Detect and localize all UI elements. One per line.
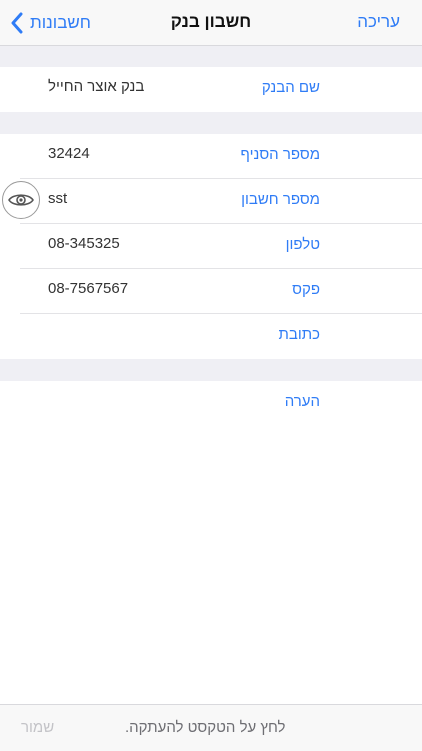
reveal-account-button[interactable] [2, 181, 40, 219]
phone-value[interactable]: 08-345325 [48, 235, 120, 252]
notes-section[interactable]: הערה [0, 381, 422, 704]
fax-value[interactable]: 08-7567567 [48, 280, 128, 297]
bank-name-label: שם הבנק [261, 79, 320, 96]
phone-label: טלפון [285, 236, 320, 253]
navigation-bar: חשבונות חשבון בנק עריכה [0, 0, 422, 46]
branch-number-label: מספר הסניף [240, 146, 320, 163]
save-button[interactable]: שמור [21, 719, 54, 736]
eye-icon [8, 194, 34, 206]
branch-number-row[interactable]: מספר הסניף 32424 [0, 134, 422, 179]
branch-number-value[interactable]: 32424 [48, 145, 90, 162]
bank-name-value[interactable]: בנק אוצר החייל [48, 78, 144, 95]
address-label: כתובת [278, 326, 320, 343]
bank-name-row[interactable]: שם הבנק בנק אוצר החייל [0, 67, 422, 112]
phone-row[interactable]: טלפון 08-345325 [0, 224, 422, 269]
address-row[interactable]: כתובת [0, 314, 422, 359]
bottom-toolbar: שמור לחץ על הטקסט להעתקה. [0, 704, 422, 751]
fax-label: פקס [292, 281, 320, 298]
account-number-label: מספר חשבון [241, 191, 320, 208]
notes-label: הערה [284, 393, 320, 410]
edit-button[interactable]: עריכה [357, 12, 400, 32]
bank-name-section: שם הבנק בנק אוצר החייל [0, 67, 422, 112]
account-number-value[interactable]: sst [48, 190, 67, 207]
fax-row[interactable]: פקס 08-7567567 [0, 269, 422, 314]
notes-row[interactable]: הערה [0, 381, 422, 426]
copy-hint: לחץ על הטקסט להעתקה. [125, 719, 286, 736]
account-details-section: מספר הסניף 32424 מספר חשבון sst טלפון 08… [0, 134, 422, 359]
account-number-row[interactable]: מספר חשבון sst [0, 179, 422, 224]
